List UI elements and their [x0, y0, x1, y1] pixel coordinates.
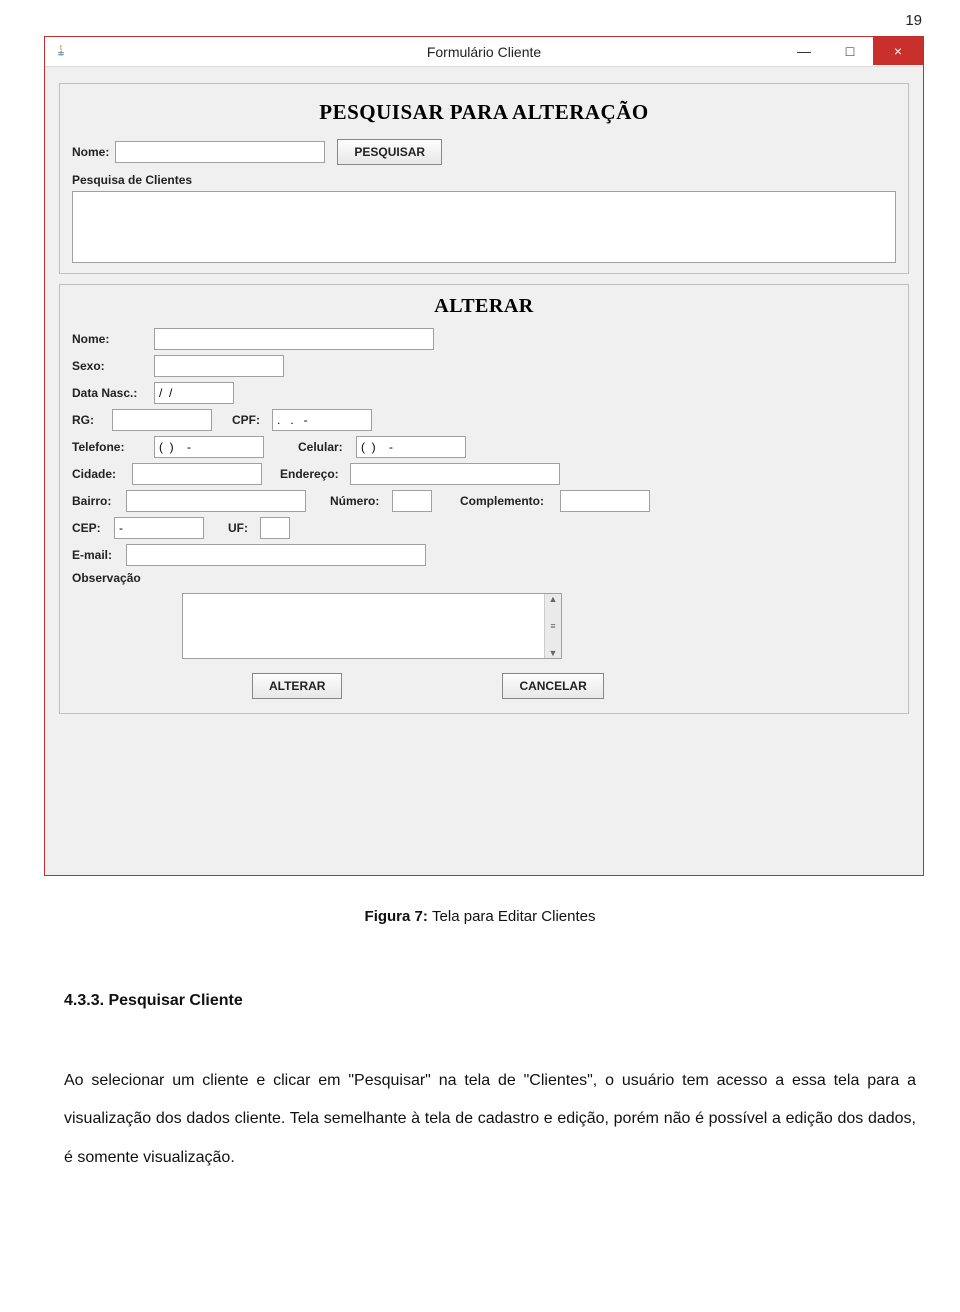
edit-panel: ALTERAR Nome: Sexo: Data Nasc.: RG: CPF:… — [59, 284, 909, 714]
close-button[interactable]: × — [873, 37, 923, 65]
search-name-input[interactable] — [115, 141, 325, 163]
window-controls: — □ × — [781, 37, 923, 65]
section-heading: 4.3.3. Pesquisar Cliente — [64, 992, 243, 1010]
email-label: E-mail: — [72, 548, 116, 562]
title-bar: Formulário Cliente — □ × — [45, 37, 923, 67]
nome-label: Nome: — [72, 332, 144, 346]
cidade-label: Cidade: — [72, 467, 122, 481]
endereco-input[interactable] — [350, 463, 560, 485]
results-label: Pesquisa de Clientes — [72, 173, 896, 187]
maximize-button[interactable]: □ — [827, 37, 873, 65]
uf-input[interactable] — [260, 517, 290, 539]
page-number: 19 — [905, 12, 922, 29]
java-icon — [53, 44, 69, 60]
endereco-label: Endereço: — [280, 467, 340, 481]
datanasc-label: Data Nasc.: — [72, 386, 144, 400]
scroll-up-icon[interactable]: ▲ — [549, 594, 558, 604]
cancelar-button[interactable]: CANCELAR — [502, 673, 603, 699]
obs-textarea[interactable]: ▲ ≡ ▼ — [182, 593, 562, 659]
figure-caption: Figura 7: Tela para Editar Clientes — [0, 908, 960, 925]
celular-label: Celular: — [298, 440, 346, 454]
obs-label: Observação — [72, 571, 144, 585]
nome-input[interactable] — [154, 328, 434, 350]
alterar-button[interactable]: ALTERAR — [252, 673, 342, 699]
figure-caption-prefix: Figura 7: — [365, 908, 433, 925]
app-window: Formulário Cliente — □ × PESQUISAR PARA … — [45, 37, 923, 875]
figure-caption-text: Tela para Editar Clientes — [432, 908, 595, 925]
textarea-scrollbar[interactable]: ▲ ≡ ▼ — [544, 594, 561, 658]
telefone-label: Telefone: — [72, 440, 144, 454]
search-button[interactable]: PESQUISAR — [337, 139, 442, 165]
telefone-input[interactable] — [154, 436, 264, 458]
rg-input[interactable] — [112, 409, 212, 431]
numero-input[interactable] — [392, 490, 432, 512]
cpf-label: CPF: — [232, 413, 262, 427]
window-title: Formulário Cliente — [427, 44, 541, 60]
email-input[interactable] — [126, 544, 426, 566]
search-name-label: Nome: — [72, 145, 109, 159]
search-title: PESQUISAR PARA ALTERAÇÃO — [72, 100, 896, 125]
celular-input[interactable] — [356, 436, 466, 458]
complemento-input[interactable] — [560, 490, 650, 512]
scroll-thumb-icon[interactable]: ≡ — [550, 621, 555, 631]
screenshot-frame: Formulário Cliente — □ × PESQUISAR PARA … — [44, 36, 924, 876]
datanasc-input[interactable] — [154, 382, 234, 404]
uf-label: UF: — [228, 521, 250, 535]
bairro-input[interactable] — [126, 490, 306, 512]
minimize-button[interactable]: — — [781, 37, 827, 65]
sexo-label: Sexo: — [72, 359, 144, 373]
complemento-label: Complemento: — [460, 494, 550, 508]
sexo-input[interactable] — [154, 355, 284, 377]
search-row: Nome: PESQUISAR — [72, 139, 896, 165]
edit-title: ALTERAR — [72, 295, 896, 318]
cep-label: CEP: — [72, 521, 104, 535]
rg-label: RG: — [72, 413, 102, 427]
cidade-input[interactable] — [132, 463, 262, 485]
body-paragraph: Ao selecionar um cliente e clicar em "Pe… — [64, 1062, 916, 1177]
scroll-down-icon[interactable]: ▼ — [549, 648, 558, 658]
bairro-label: Bairro: — [72, 494, 116, 508]
cpf-input[interactable] — [272, 409, 372, 431]
cep-input[interactable] — [114, 517, 204, 539]
action-row: ALTERAR CANCELAR — [252, 673, 896, 699]
results-box[interactable] — [72, 191, 896, 263]
search-panel: PESQUISAR PARA ALTERAÇÃO Nome: PESQUISAR… — [59, 83, 909, 274]
numero-label: Número: — [330, 494, 382, 508]
